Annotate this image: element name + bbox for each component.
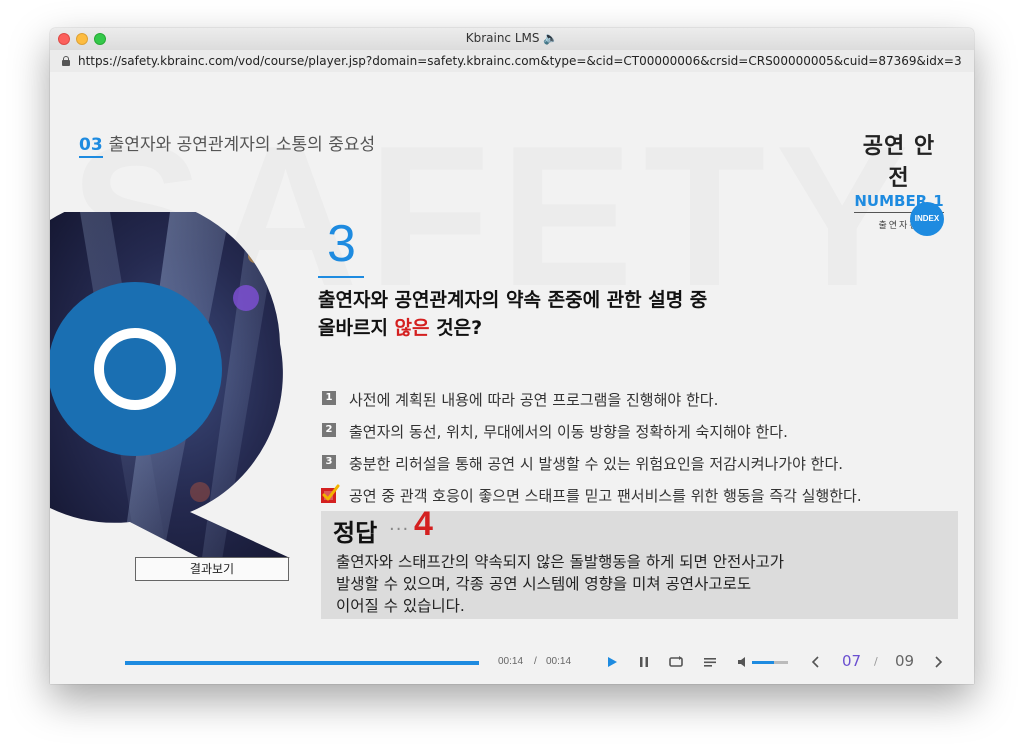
option-2[interactable]: 2 출연자의 동선, 위치, 무대에서의 이동 방향을 정확하게 숙지해야 한다… — [320, 420, 940, 452]
explanation-line: 이어질 수 있습니다. — [336, 597, 465, 615]
option-number-badge: 3 — [322, 455, 336, 469]
url-text[interactable]: https://safety.kbrainc.com/vod/course/pl… — [78, 54, 962, 68]
option-number-badge: 1 — [322, 391, 336, 405]
answer-dots: ··· — [389, 519, 410, 540]
section-title: 출연자와 공연관계자의 소통의 중요성 — [108, 135, 376, 155]
option-text: 공연 중 관객 호응이 좋으면 스태프를 믿고 팬서비스를 위한 행동을 즉각 … — [349, 487, 862, 505]
question-number-underline — [318, 276, 364, 278]
option-text: 출연자의 동선, 위치, 무대에서의 이동 방향을 정확하게 숙지해야 한다. — [349, 423, 788, 441]
address-bar[interactable]: https://safety.kbrainc.com/vod/course/pl… — [50, 50, 974, 73]
option-3[interactable]: 3 충분한 리허설을 통해 공연 시 발생할 수 있는 위험요인을 저감시켜나가… — [320, 452, 940, 484]
prev-icon[interactable] — [806, 652, 826, 672]
title-bar: Kbrainc LMS 🔈 — [50, 28, 974, 51]
progress-fill — [125, 661, 479, 665]
question-line-2-post: 것은? — [429, 317, 483, 339]
list-icon[interactable] — [700, 652, 720, 672]
page-separator: / — [874, 655, 878, 668]
explanation-line: 출연자와 스태프간의 약속되지 않은 돌발행동을 하게 되면 안전사고가 — [336, 553, 785, 571]
option-text: 충분한 리허설을 통해 공연 시 발생할 수 있는 위험요인을 저감시켜나가야 … — [349, 455, 844, 473]
repeat-icon[interactable] — [666, 652, 686, 672]
volume-slider[interactable] — [752, 661, 788, 664]
explanation-line: 발생할 수 있으며, 각종 공연 시스템에 영향을 미쳐 공연사고로도 — [336, 575, 752, 593]
page-current: 07 — [842, 652, 862, 670]
total-time: 00:14 — [546, 656, 572, 667]
answer-number: 4 — [414, 505, 433, 543]
option-1[interactable]: 1 사전에 계획된 내용에 따라 공연 프로그램을 진행해야 한다. — [320, 388, 940, 420]
index-button[interactable]: INDEX — [910, 202, 944, 236]
answer-panel: 정답 ··· 4 출연자와 스태프간의 약속되지 않은 돌발행동을 하게 되면 … — [321, 505, 958, 619]
lesson-content: SAFETY 03 출연자와 공연관계자의 소통의 중요성 공연 안전 NUMBE… — [50, 72, 974, 684]
option-text: 사전에 계획된 내용에 따라 공연 프로그램을 진행해야 한다. — [349, 391, 719, 409]
answer-label: 정답 — [333, 519, 378, 547]
page-total: 09 — [895, 652, 915, 670]
option-number-badge: 2 — [322, 423, 336, 437]
question-line-2-pre: 올바르지 — [318, 317, 395, 339]
question-line-2: 올바르지 않은 것은? — [318, 314, 838, 342]
pause-icon[interactable] — [634, 652, 654, 672]
question-line-1: 출연자와 공연관계자의 약속 존중에 관한 설명 중 — [318, 289, 708, 311]
progress-bar[interactable] — [125, 661, 479, 665]
view-result-button[interactable]: 결과보기 — [135, 557, 289, 581]
check-icon — [321, 484, 340, 503]
speaker-icon[interactable] — [734, 652, 754, 672]
section-number: 03 — [79, 135, 103, 158]
question-number: 3 — [327, 215, 356, 273]
time-separator: / — [534, 656, 537, 667]
window-title: Kbrainc LMS 🔈 — [465, 31, 559, 45]
play-icon[interactable] — [602, 652, 622, 672]
q-logo-icon — [50, 212, 290, 558]
answer-explanation: 출연자와 스태프간의 약속되지 않은 돌발행동을 하게 되면 안전사고가 발생할… — [336, 551, 896, 617]
volume-fill — [752, 661, 774, 664]
next-icon[interactable] — [928, 652, 948, 672]
browser-window: Kbrainc LMS 🔈 https://safety.kbrainc.com… — [50, 28, 974, 684]
question-text: 출연자와 공연관계자의 약속 존중에 관한 설명 중 올바르지 않은 것은? — [318, 286, 838, 342]
question-highlight: 않은 — [394, 317, 430, 339]
section-heading: 03 출연자와 공연관계자의 소통의 중요성 — [79, 130, 376, 158]
brand-title: 공연 안전 — [862, 134, 936, 191]
lock-icon — [62, 56, 70, 66]
answer-options: 1 사전에 계획된 내용에 따라 공연 프로그램을 진행해야 한다. 2 출연자… — [320, 388, 940, 516]
current-time: 00:14 — [498, 656, 524, 667]
